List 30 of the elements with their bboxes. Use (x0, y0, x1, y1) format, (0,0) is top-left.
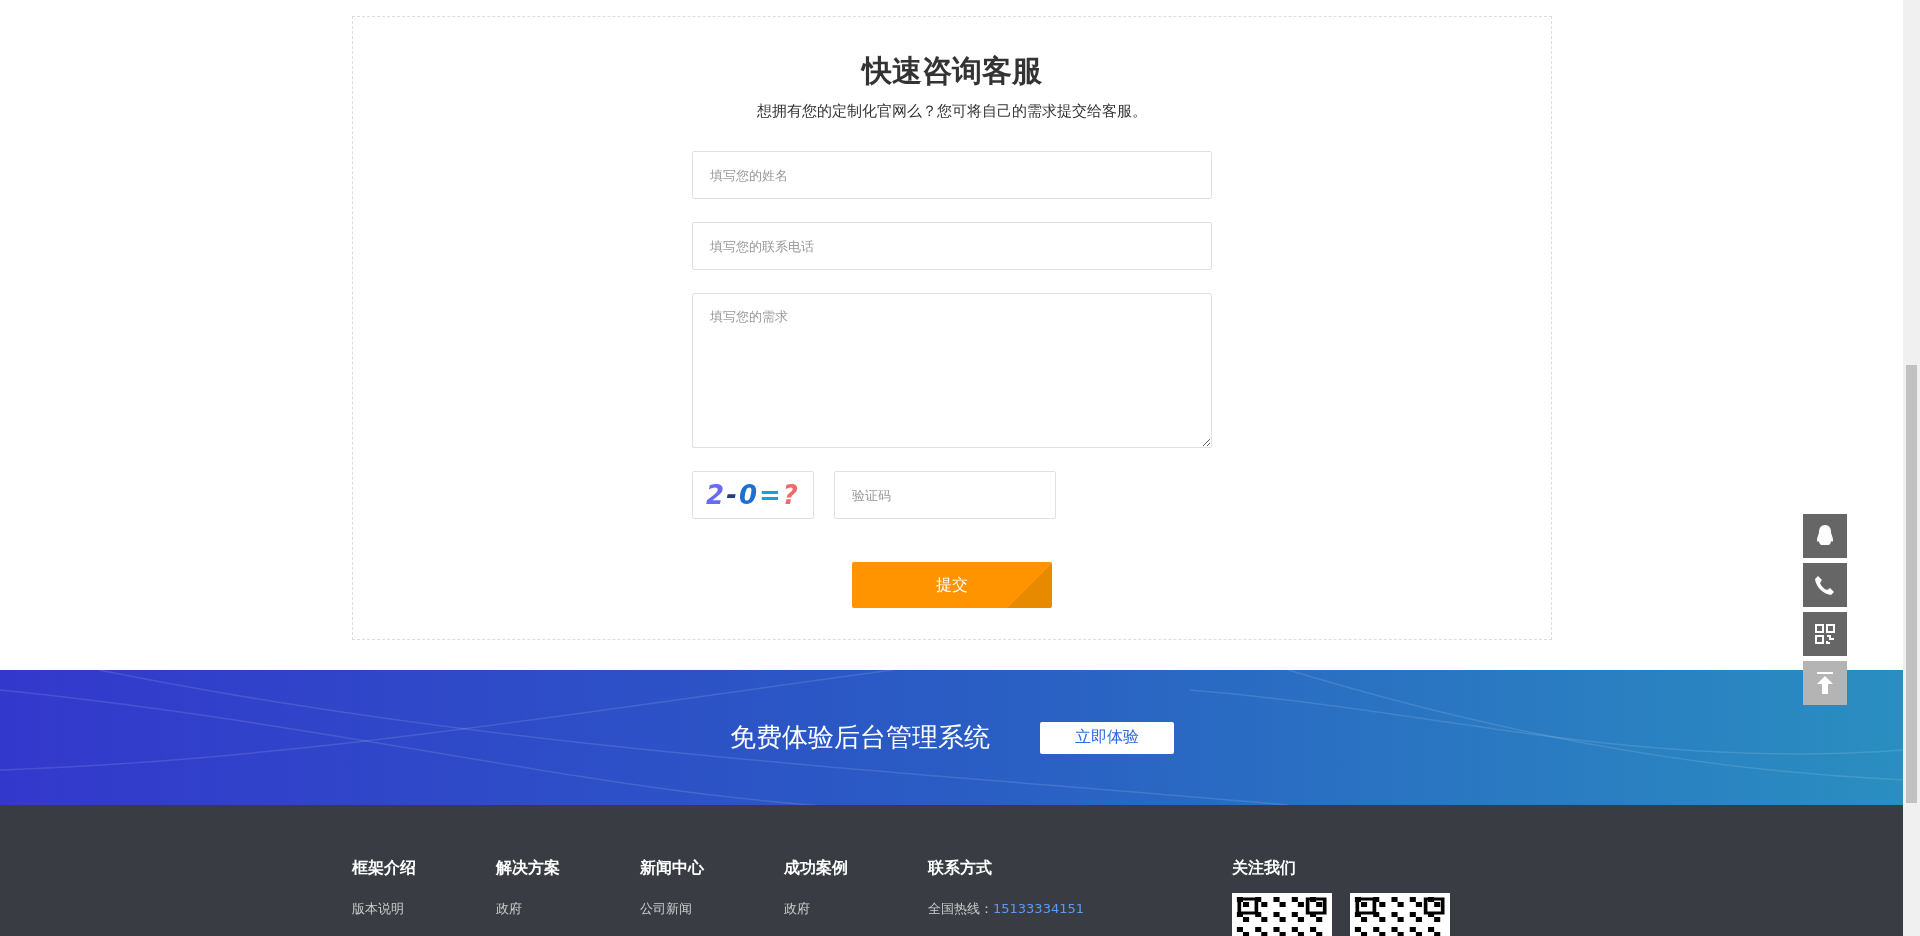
form-subtitle: 想拥有您的定制化官网么？您可将自己的需求提交给客服。 (757, 101, 1147, 121)
scrollbar[interactable] (1903, 0, 1920, 936)
footer-heading: 联系方式 (928, 857, 993, 879)
penguin-icon (1815, 524, 1835, 548)
scrollbar-thumb[interactable] (1906, 365, 1917, 803)
footer-link[interactable]: 公司新闻 (640, 899, 784, 919)
contact-label: 全国热线： (928, 900, 993, 918)
footer-heading: 成功案例 (784, 857, 849, 879)
footer-heading: 解决方案 (496, 857, 561, 879)
try-now-button[interactable]: 立即体验 (1039, 721, 1174, 754)
side-tool-button[interactable] (1803, 563, 1847, 607)
phone-icon (1814, 574, 1836, 596)
banner-text: 免费体验后台管理系统 (729, 721, 990, 754)
phone-link[interactable]: 15133334151 (993, 899, 1084, 919)
captcha-field[interactable]: 验证码 (834, 471, 1056, 519)
footer-heading: 新闻中心 (640, 857, 705, 879)
side-tool-button[interactable] (1803, 514, 1847, 558)
input-field[interactable]: 填写您的姓名 (692, 151, 1212, 199)
side-tool-button[interactable] (1803, 612, 1847, 656)
captcha-image[interactable]: 2-0=? (692, 471, 814, 519)
footer-heading: 框架介绍 (352, 857, 417, 879)
form-title: 快速咨询客服 (862, 52, 1042, 90)
qr-code-icon (1815, 624, 1835, 644)
footer-link[interactable]: 政府 (784, 899, 928, 919)
footer-link[interactable]: 版本说明 (352, 899, 496, 919)
back-to-top-icon (1815, 671, 1835, 695)
footer-link[interactable]: 政府 (496, 899, 640, 919)
footer-heading: 关注我们 (1232, 857, 1297, 879)
input-field[interactable]: 填写您的联系电话 (692, 222, 1212, 270)
requirements-field[interactable]: 填写您的需求 (692, 293, 1212, 448)
